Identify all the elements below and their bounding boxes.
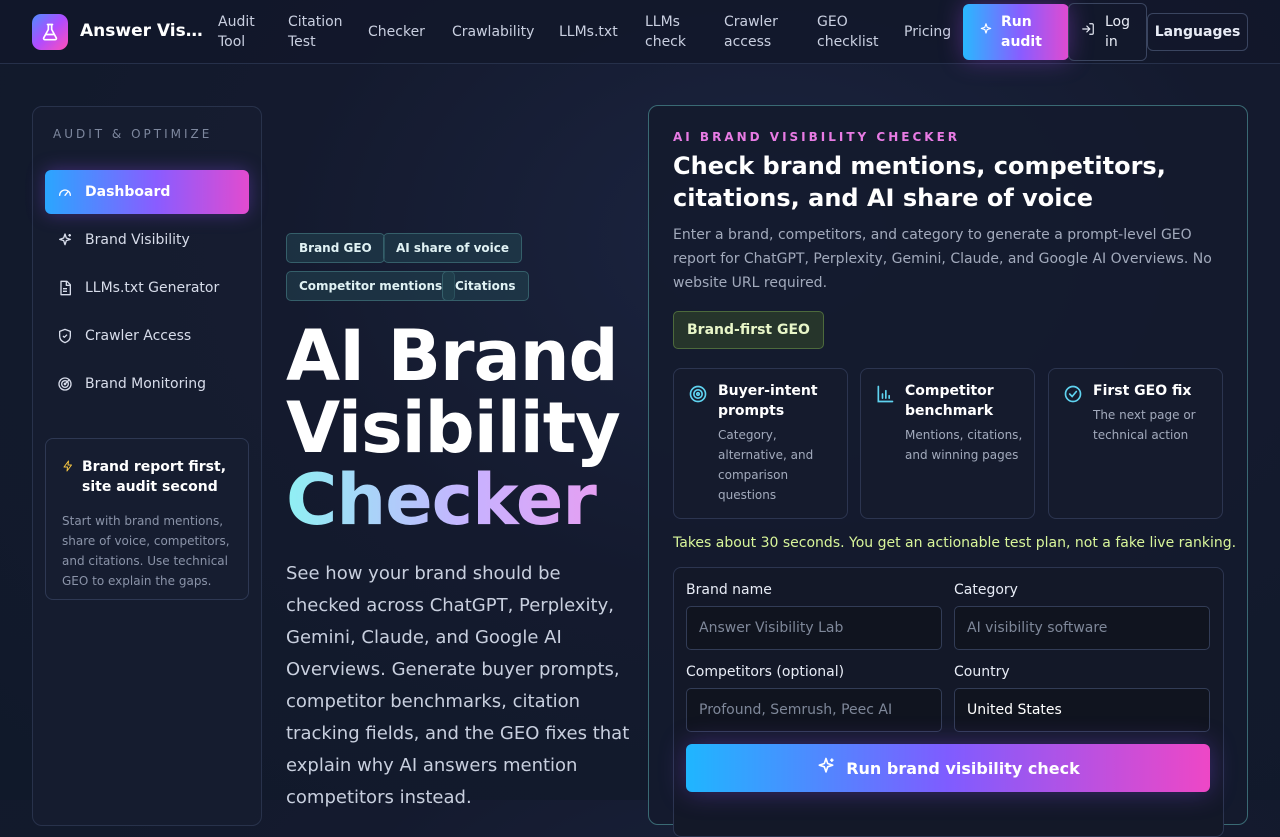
sidebar-item-dashboard[interactable]: Dashboard bbox=[45, 170, 249, 214]
sidebar-item-label: Brand Monitoring bbox=[85, 376, 207, 392]
sidebar-item-llms-generator[interactable]: LLMs.txt Generator bbox=[45, 266, 249, 310]
checker-panel: AI BRAND VISIBILITY CHECKER Check brand … bbox=[648, 105, 1248, 837]
login-label: Log in bbox=[1105, 14, 1131, 50]
sidebar-item-brand-monitoring[interactable]: Brand Monitoring bbox=[45, 362, 249, 406]
file-icon bbox=[57, 280, 73, 296]
sidebar-item-label: LLMs.txt Generator bbox=[85, 280, 220, 296]
brand-first-badge: Brand-first GEO bbox=[673, 311, 824, 349]
languages-button[interactable]: Languages bbox=[1147, 13, 1248, 51]
page-title: AI Brand Visibility Checker bbox=[286, 315, 621, 536]
feature-card-competitor-benchmark: Competitor benchmark Mentions, citations… bbox=[860, 368, 1035, 519]
sidebar-item-label: Crawler Access bbox=[85, 328, 192, 344]
category-label: Category bbox=[954, 582, 1018, 598]
feature-title: Competitor benchmark bbox=[905, 383, 994, 419]
sparkle-icon bbox=[979, 22, 993, 42]
category-input[interactable] bbox=[954, 606, 1210, 650]
time-note: Takes about 30 seconds. You get an actio… bbox=[673, 535, 1237, 551]
radar-icon bbox=[57, 376, 73, 392]
chip-ai-share-of-voice: AI share of voice bbox=[383, 233, 523, 263]
feature-text: Mentions, citations, and winning pages bbox=[905, 428, 1023, 462]
target-icon bbox=[686, 381, 710, 508]
panel-description: Enter a brand, competitors, and category… bbox=[673, 227, 1212, 291]
nav-pricing[interactable]: Pricing bbox=[904, 22, 951, 42]
run-audit-label: Run audit bbox=[1001, 14, 1042, 50]
brand-check-form: Brand name Category Competitors (optiona… bbox=[673, 567, 1224, 837]
sidebar-item-crawler-access[interactable]: Crawler Access bbox=[45, 314, 249, 358]
feature-card-first-geo-fix: First GEO fix The next page or technical… bbox=[1048, 368, 1223, 519]
brand-name-label: Brand name bbox=[686, 582, 772, 598]
competitors-input[interactable] bbox=[686, 688, 942, 732]
sidebar-heading: AUDIT & OPTIMIZE bbox=[53, 127, 213, 141]
nav-crawlability[interactable]: Crawlability bbox=[452, 22, 534, 42]
login-button[interactable]: Log in bbox=[1068, 3, 1147, 61]
sidebar-item-label: Brand Visibility bbox=[85, 232, 190, 248]
nav-llms-check[interactable]: LLMs check bbox=[645, 12, 700, 52]
hero-description: See how your brand should be checked acr… bbox=[286, 563, 630, 808]
feature-text: Category, alternative, and comparison qu… bbox=[718, 428, 814, 502]
login-icon bbox=[1081, 22, 1095, 42]
bolt-icon bbox=[62, 457, 74, 497]
title-line-1: AI Brand bbox=[286, 315, 619, 397]
nav-audit-tool[interactable]: Audit Tool bbox=[218, 12, 268, 52]
nav-crawler-access[interactable]: Crawler access bbox=[724, 12, 794, 52]
title-line-3: Checker bbox=[286, 464, 620, 536]
run-audit-button[interactable]: Run audit bbox=[963, 4, 1069, 60]
gauge-icon bbox=[57, 184, 73, 200]
chip-competitor-mentions: Competitor mentions bbox=[286, 271, 456, 301]
sidebar-item-brand-visibility[interactable]: Brand Visibility bbox=[45, 218, 249, 262]
run-brand-check-button[interactable]: Run brand visibility check bbox=[686, 744, 1210, 792]
feature-title: First GEO fix bbox=[1093, 383, 1192, 399]
feature-text: The next page or technical action bbox=[1093, 408, 1196, 442]
nav-checker[interactable]: Checker bbox=[368, 22, 425, 42]
brand-name-input[interactable] bbox=[686, 606, 942, 650]
nav-llms-txt[interactable]: LLMs.txt bbox=[559, 22, 618, 42]
check-circle-icon bbox=[1061, 381, 1085, 508]
brand-name[interactable]: Answer Visibility Lab bbox=[80, 21, 208, 41]
top-navigation: Answer Visibility Lab Audit Tool Citatio… bbox=[0, 0, 1280, 64]
flask-logo-icon[interactable] bbox=[32, 14, 68, 50]
panel-title: Check brand mentions, competitors, citat… bbox=[673, 152, 1166, 212]
feature-title: Buyer-intent prompts bbox=[718, 383, 818, 419]
country-select[interactable]: United States bbox=[954, 688, 1210, 732]
bar-chart-icon bbox=[873, 381, 897, 508]
sidebar-card-title: Brand report first, site audit second bbox=[82, 459, 227, 495]
sidebar-item-label: Dashboard bbox=[85, 184, 171, 200]
sidebar-card-text: Start with brand mentions, share of voic… bbox=[62, 514, 230, 588]
panel-eyebrow: AI BRAND VISIBILITY CHECKER bbox=[673, 130, 961, 144]
nav-citation-test[interactable]: Citation Test bbox=[288, 12, 348, 52]
title-line-2: Visibility bbox=[286, 387, 621, 469]
competitors-label: Competitors (optional) bbox=[686, 664, 845, 680]
country-label: Country bbox=[954, 664, 1010, 680]
feature-card-buyer-prompts: Buyer-intent prompts Category, alternati… bbox=[673, 368, 848, 519]
sidebar-info-card: Brand report first, site audit second St… bbox=[45, 438, 249, 600]
sparkle-icon bbox=[57, 232, 73, 248]
submit-label: Run brand visibility check bbox=[846, 758, 1080, 778]
sidebar: AUDIT & OPTIMIZE Dashboard Brand Visibil… bbox=[32, 106, 262, 826]
sparkle-icon bbox=[816, 756, 836, 780]
chip-citations: Citations bbox=[442, 271, 529, 301]
shield-icon bbox=[57, 328, 73, 344]
nav-geo-checklist[interactable]: GEO checklist bbox=[817, 12, 887, 52]
chip-brand-geo: Brand GEO bbox=[286, 233, 385, 263]
